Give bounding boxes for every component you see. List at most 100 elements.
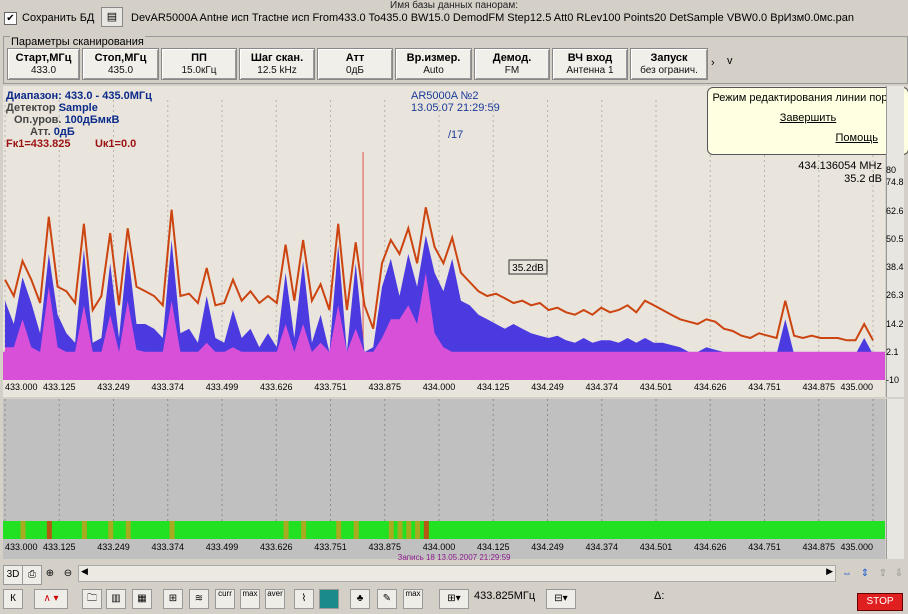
waterfall-scrollbar[interactable] [886,399,904,559]
wf-x-tick-label: 433.875 [368,542,401,552]
wf-x-tick-label: 435.000 [840,542,873,552]
axis-select-icon[interactable]: ⊞▾ [439,589,469,609]
graph-icon[interactable]: ⌇ [294,589,314,609]
save-db-checkbox[interactable]: ✔ [4,12,17,25]
param-button-2[interactable]: ПП 15.0кГц [161,48,237,80]
save-icon[interactable]: ▥ [106,589,126,609]
wf-x-tick-label: 433.751 [314,542,347,552]
wf-peak [423,521,429,539]
record-fraction: /17 [448,129,464,141]
wf-x-tick-label: 433.499 [206,542,239,552]
fit-vertical-icon[interactable]: ⇕ [856,565,874,583]
delta-readout: Δ: [654,590,665,602]
detector-label: Детектор [6,102,56,114]
param-value: Антенна 1 [566,65,614,76]
y-tick-label: 74.8 [886,177,904,188]
db-filename: DevAR5000A Antне исп Tractне исп From433… [131,12,854,24]
wf-peak [169,521,175,539]
wf-x-tick-label: 433.000 [5,542,38,552]
x-tick-label: 434.000 [423,382,456,392]
y-tick-label: 80 [886,165,897,175]
y-tick-label: -10 [886,375,900,385]
scan-datetime: 13.05.07 21:29:59 [411,102,500,114]
color-map-icon[interactable] [319,589,339,609]
fk-readout: Fк1=433.825 [6,138,71,150]
trace-icon[interactable]: ≋ [189,589,209,609]
3d-view-icon[interactable]: 3D [3,565,23,585]
param-button-1[interactable]: Стоп,МГц 435.0 [82,48,159,80]
device-name: AR5000A №2 [411,90,479,102]
stop-button[interactable]: STOP [857,593,903,611]
zoom-out-icon[interactable]: ⊖ [59,565,77,583]
param-label: Атт [345,52,365,64]
view-select-icon[interactable]: ⊟▾ [546,589,576,609]
param-button-7[interactable]: ВЧ вход Антенна 1 [552,48,628,80]
wf-x-tick-label: 434.249 [531,542,564,552]
x-tick-label: 433.875 [368,382,401,392]
wf-x-tick-label: 434.501 [640,542,673,552]
y-tick-label: 38.4 [886,262,904,273]
y-tick-label: 62.6 [886,205,904,216]
more-arrow-icon[interactable]: › [711,57,715,69]
wf-peak [353,521,359,539]
param-button-6[interactable]: Демод. FM [474,48,550,80]
max-trace-icon[interactable]: max [240,589,260,609]
finish-link[interactable]: Завершить [708,108,908,128]
chevron-down-icon[interactable]: v [727,55,733,67]
open-folder-icon[interactable]: 🗀 [82,589,102,609]
y-tick-label: 26.3 [886,290,904,301]
y-tick-label: 2.1 [886,346,899,357]
arrow-down-icon[interactable]: ⇩ [890,565,908,583]
param-value: 435.0 [107,65,134,76]
wf-peak [388,521,394,539]
edit-icon[interactable]: ✎ [377,589,397,609]
x-tick-label: 433.751 [314,382,347,392]
max-edit-icon[interactable]: max [403,589,423,609]
x-tick-label: 435.000 [840,382,873,392]
x-tick-label: 434.249 [531,382,564,392]
noise-floor-band [3,351,885,380]
scroll-right-icon[interactable]: ▶ [826,566,833,577]
wf-peak [415,521,421,539]
palette-icon[interactable]: ♣ [350,589,370,609]
uk-readout: Uк1=0.0 [94,138,137,150]
waterfall-caption: Запись 18 13.05.2007 21:29:59 [397,553,511,562]
x-tick-label: 434.626 [694,382,727,392]
waterfall-chart[interactable]: 433.000 433.125 433.249 433.374 433.499 433.6… [3,399,885,559]
chart-icon[interactable]: ⊞ [163,589,183,609]
wf-x-tick-label: 434.000 [423,542,456,552]
param-button-3[interactable]: Шаг скан. 12.5 kHz [239,48,315,80]
param-label: Вр.измер. [406,52,461,64]
wf-peak [81,521,87,539]
param-label: Шаг скан. [250,52,304,64]
trace-select-icon[interactable]: ∧ ▾ [34,589,68,609]
marker-tool-icon[interactable]: К [3,589,23,609]
param-value: 12.5 kHz [257,65,297,76]
param-button-0[interactable]: Старт,МГц 433.0 [7,48,80,80]
wf-x-tick-label: 433.626 [260,542,293,552]
curr-trace-icon[interactable]: curr [215,589,235,609]
marker-level: 35.2 dB [844,173,882,185]
help-link[interactable]: Помощь [708,128,908,148]
param-button-5[interactable]: Вр.измер. Auto [395,48,472,80]
x-tick-label: 433.374 [151,382,184,392]
param-label: Стоп,МГц [94,52,147,64]
range-value: 433.0 - 435.0МГц [64,90,152,102]
y-tick-label: 50.5 [886,233,904,244]
export-icon[interactable]: ▦ [132,589,152,609]
document-icon[interactable]: ▤ [101,7,123,27]
param-button-4[interactable]: Атт 0дБ [317,48,393,80]
x-tick-label: 434.875 [802,382,835,392]
save-db-label: Сохранить БД [22,12,95,24]
wf-peak [125,521,131,539]
print-icon[interactable]: ⎙ [22,565,42,585]
horizontal-scrollbar[interactable]: ◀ ▶ [78,565,836,582]
wf-x-tick-label: 434.125 [477,542,510,552]
fit-horizontal-icon[interactable]: ⇔ [838,565,856,583]
avg-trace-icon[interactable]: aver [265,589,285,609]
param-button-8[interactable]: Запуск без огранич. [630,48,708,80]
param-value: FM [504,65,520,76]
scroll-left-icon[interactable]: ◀ [81,566,88,577]
zoom-in-icon[interactable]: ⊕ [41,565,59,583]
wf-peak [336,521,342,539]
